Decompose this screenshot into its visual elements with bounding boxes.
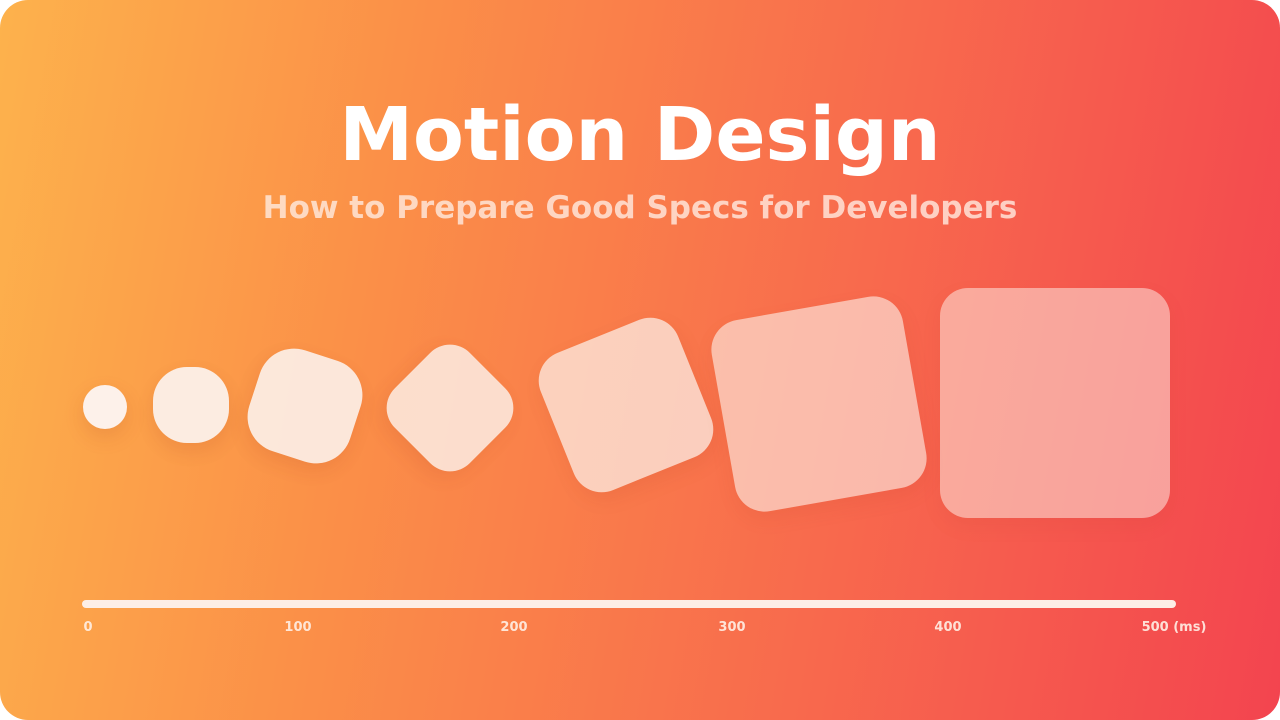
title: Motion Design [339,92,941,178]
timeline-label: 0 [83,620,93,635]
shape-frame-4 [375,333,525,483]
timeline-track [82,600,1176,608]
timeline-label: 200 [500,620,528,635]
timeline-label: 300 [718,620,746,635]
shape-frame-6 [706,291,932,517]
timeline-label: 100 [284,620,312,635]
shape-frame-5 [529,308,723,502]
shape-frame-2 [153,367,229,443]
subtitle: How to Prepare Good Specs for Developers [262,190,1018,226]
shape-frame-3 [238,339,372,473]
timeline-label: 500 (ms) [1141,620,1207,635]
shape-frame-1 [83,385,127,429]
timeline-label: 400 [934,620,962,635]
motion-design-banner: Motion Design How to Prepare Good Specs … [0,0,1280,720]
shape-frame-7 [940,288,1170,518]
